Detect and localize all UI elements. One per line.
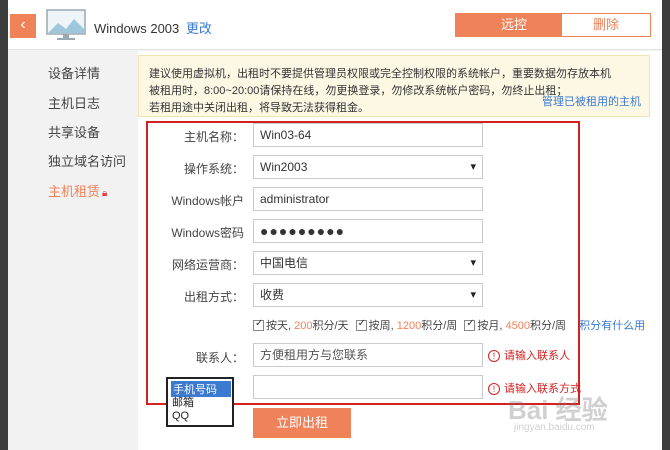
watermark-sub: jingyan.baidu.com bbox=[514, 422, 595, 433]
sidebar-item-shared-devices[interactable]: 共享设备 bbox=[48, 122, 100, 141]
back-button[interactable]: ‹ bbox=[10, 14, 36, 38]
option-by-month[interactable]: 按月, 4500积分/周 bbox=[464, 317, 566, 333]
sidebar: 设备详情 主机日志 共享设备 独立域名访问 主机租赁 🔒︎ bbox=[8, 51, 128, 450]
manage-rented-hosts-link[interactable]: 管理已被租用的主机 bbox=[542, 94, 641, 111]
error-icon: ! bbox=[488, 383, 500, 395]
contact-input[interactable]: 方便租用方与您联系 bbox=[253, 343, 483, 367]
password-label: Windows密码 bbox=[171, 226, 244, 240]
edit-link[interactable]: 更改 bbox=[186, 21, 212, 36]
host-title: Windows 2003 更改 bbox=[94, 18, 212, 37]
points-info-link[interactable]: 积分有什么用 bbox=[579, 320, 645, 332]
host-name-input[interactable]: Win03-64 bbox=[253, 123, 483, 147]
chevron-left-icon: ‹ bbox=[20, 16, 26, 33]
rent-mode-select[interactable]: 收费 bbox=[253, 283, 483, 307]
contact-label: 联系人： bbox=[195, 351, 244, 365]
sidebar-item-label: 主机租赁 bbox=[48, 184, 101, 199]
delete-button[interactable]: 删除 bbox=[561, 13, 651, 37]
contact-method-input[interactable] bbox=[253, 375, 483, 399]
header-bar: ‹ Windows 2003 更改 远控 删除 bbox=[8, 0, 662, 50]
dropdown-option-qq[interactable]: QQ bbox=[172, 410, 189, 422]
notice-line-1: 建议使用虚拟机，出租时不要提供管理员权限或完全控制权限的系统帐户，重要数据勿存放… bbox=[149, 68, 611, 80]
account-input[interactable]: administrator bbox=[253, 187, 483, 211]
checkbox-checked-icon bbox=[253, 318, 264, 331]
error-icon: ! bbox=[488, 350, 500, 362]
remote-control-button[interactable]: 远控 bbox=[455, 13, 573, 37]
rent-mode-label: 出租方式： bbox=[183, 290, 244, 304]
host-name-title: Windows 2003 bbox=[94, 21, 180, 36]
isp-select[interactable]: 中国电信 bbox=[253, 251, 483, 275]
host-name-label: 主机名称： bbox=[183, 130, 244, 144]
sidebar-item-host-log[interactable]: 主机日志 bbox=[48, 93, 100, 112]
os-select[interactable]: Win2003 bbox=[253, 155, 483, 179]
notice-box: 建议使用虚拟机，出租时不要提供管理员权限或完全控制权限的系统帐户，重要数据勿存放… bbox=[138, 55, 650, 117]
sidebar-item-host-rental[interactable]: 主机租赁 🔒︎ bbox=[48, 181, 107, 200]
rent-options: 按天, 200积分/天 按周, 1200积分/周 按月, 4500积分/周 积分… bbox=[253, 317, 645, 333]
checkbox-checked-icon bbox=[355, 318, 367, 331]
lock-icon: 🔒︎ bbox=[102, 188, 108, 199]
dropdown-option-email[interactable]: 邮箱 bbox=[172, 394, 194, 410]
watermark-main: Bai 经验 bbox=[508, 395, 608, 425]
password-input[interactable]: ●●●●●●●●● bbox=[253, 219, 483, 243]
isp-label: 网络运营商： bbox=[171, 258, 244, 272]
contact-method-dropdown: 手机号码 邮箱 QQ bbox=[166, 377, 234, 427]
contact-error: ! 请输入联系人 bbox=[488, 347, 570, 363]
rent-now-button[interactable]: 立即出租 bbox=[253, 408, 351, 438]
account-label: Windows帐户 bbox=[171, 194, 244, 208]
sidebar-item-device-details[interactable]: 设备详情 bbox=[48, 63, 100, 82]
os-label: 操作系统： bbox=[183, 162, 244, 176]
baidu-watermark: Bai 经验 jingyan.baidu.com bbox=[508, 390, 638, 440]
option-by-day[interactable]: 按天, 200积分/天 bbox=[253, 317, 349, 333]
checkbox-checked-icon bbox=[464, 318, 476, 331]
option-by-week[interactable]: 按周, 1200积分/周 bbox=[355, 317, 457, 333]
monitor-icon bbox=[46, 9, 86, 40]
sidebar-item-domain-access[interactable]: 独立域名访问 bbox=[48, 151, 126, 170]
